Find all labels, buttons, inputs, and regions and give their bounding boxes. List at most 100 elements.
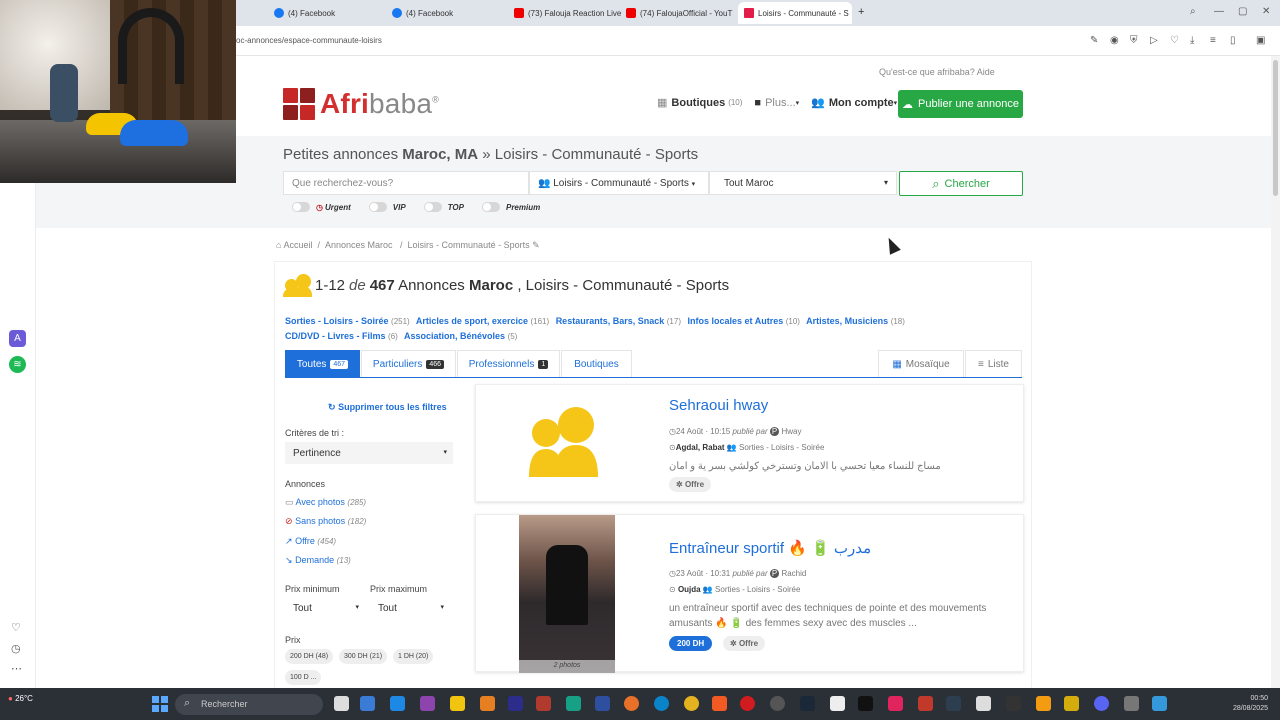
ad-card[interactable]: Sehraoui hway ◷24 Août · 10:15 publié pa… <box>475 384 1024 502</box>
heart-icon[interactable]: ♡ <box>1170 35 1179 46</box>
subcat-link[interactable]: Infos locales et Autres (10) <box>688 316 800 326</box>
subcat-link[interactable]: Articles de sport, exercice (161) <box>416 316 549 326</box>
aria-icon[interactable]: A <box>9 330 26 347</box>
subcat-link[interactable]: Sorties - Loisirs - Soirée (251) <box>285 316 410 326</box>
more-icon[interactable]: ⋯ <box>11 662 22 675</box>
app-icon[interactable] <box>566 696 581 711</box>
breadcrumb-category[interactable]: Loisirs - Communauté - Sports <box>408 240 530 250</box>
play-icon[interactable]: ▷ <box>1150 35 1158 46</box>
taskbar-search[interactable]: ⌕ Rechercher <box>175 694 323 715</box>
scrollbar-thumb[interactable] <box>1273 60 1278 196</box>
toggle-switch[interactable] <box>292 202 310 212</box>
afribaba-logo[interactable]: Afribaba® <box>283 88 439 120</box>
toggle-premium[interactable]: Premium <box>481 202 540 212</box>
edit-icon[interactable]: ✎ <box>532 240 540 250</box>
clear-filters-link[interactable]: ↻ Supprimer tous les filtres <box>328 402 447 413</box>
tab-particuliers[interactable]: Particuliers 466 <box>361 350 456 377</box>
shield-icon[interactable]: ⛨ <box>1130 35 1138 46</box>
vivaldi-icon[interactable] <box>918 696 933 711</box>
price-chip[interactable]: 300 DH (21) <box>339 649 388 664</box>
download-icon[interactable]: ⤓ <box>1190 35 1194 46</box>
windows-start-icon[interactable] <box>152 696 168 712</box>
subcat-link[interactable]: Restaurants, Bars, Snack (17) <box>556 316 681 326</box>
max-price-select[interactable]: Tout ▾ <box>370 597 450 619</box>
toggle-top[interactable]: TOP <box>423 202 464 212</box>
brave-icon[interactable] <box>712 696 727 711</box>
location-select[interactable]: Tout Maroc ▾ <box>709 171 897 195</box>
wallet-icon[interactable]: ▯ <box>1230 35 1236 46</box>
category-select[interactable]: 👥 Loisirs - Communauté - Sports ▾ <box>529 171 709 195</box>
toggle-urgent[interactable]: ◷ Urgent <box>292 202 351 212</box>
nav-plus[interactable]: ■ Plus... ▾ <box>754 97 799 109</box>
ad-title[interactable]: Sehraoui hway <box>669 397 768 414</box>
app-icon[interactable] <box>536 696 551 711</box>
app-icon[interactable] <box>888 696 903 711</box>
browser-tab[interactable]: (4) Facebook <box>268 2 382 24</box>
filter-with-photos[interactable]: ▭ Avec photos (285) <box>285 497 366 508</box>
steam-icon[interactable] <box>800 696 815 711</box>
view-mosaic-button[interactable]: ▦ Mosaïque <box>878 350 964 377</box>
new-tab-button[interactable]: + <box>858 6 864 18</box>
ad-card[interactable]: 2 photos Entraîneur sportif 🔥 🔋 مدرب ◷23… <box>475 514 1024 673</box>
url-text[interactable]: oc-annonces/espace-communaute-loisirs <box>236 36 382 45</box>
search-input[interactable]: Que recherchez-vous? <box>283 171 529 195</box>
filter-offre[interactable]: ↗ Offre (454) <box>285 536 336 547</box>
app-icon[interactable] <box>1124 696 1139 711</box>
ad-placeholder-image[interactable] <box>476 385 656 501</box>
discord-icon[interactable] <box>1094 696 1109 711</box>
subcat-link[interactable]: Association, Bénévoles (5) <box>404 331 517 341</box>
ad-photo[interactable]: 2 photos <box>476 515 656 673</box>
toggle-vip[interactable]: VIP <box>368 202 406 212</box>
firefox-icon[interactable] <box>624 696 639 711</box>
price-chip[interactable]: 1 DH (20) <box>393 649 434 664</box>
app-icon[interactable] <box>946 696 961 711</box>
taskbar-clock[interactable]: 00:50 28/08/2025 <box>1224 694 1268 714</box>
profile-icon[interactable]: ▣ <box>1256 35 1265 46</box>
edge-icon[interactable] <box>654 696 669 711</box>
min-price-select[interactable]: Tout ▾ <box>285 597 365 619</box>
nav-boutiques[interactable]: ▦ Boutiques (10) <box>657 96 742 110</box>
app-icon[interactable] <box>595 696 610 711</box>
view-list-button[interactable]: ≡ Liste <box>965 350 1022 377</box>
search-tabs-icon[interactable]: ⌕ <box>1190 6 1196 17</box>
app-icon[interactable] <box>1064 696 1079 711</box>
app-icon[interactable] <box>770 696 785 711</box>
search-button[interactable]: ⌕ Chercher <box>899 171 1023 196</box>
toggle-switch[interactable] <box>481 202 500 212</box>
filter-without-photos[interactable]: ⊘ Sans photos (182) <box>285 516 366 527</box>
tab-toutes[interactable]: Toutes 467 <box>285 350 360 377</box>
publish-ad-button[interactable]: ☁ Publier une annonce <box>898 90 1023 118</box>
heart-icon[interactable]: ♡ <box>11 621 21 634</box>
spotify-icon[interactable]: ≋ <box>9 356 26 373</box>
breadcrumb-home[interactable]: Accueil <box>283 240 312 250</box>
toggle-switch[interactable] <box>423 202 442 212</box>
app-icon[interactable] <box>830 696 845 711</box>
tiktok-icon[interactable] <box>858 696 873 711</box>
taskview-icon[interactable] <box>334 696 349 711</box>
premiere-icon[interactable] <box>508 696 523 711</box>
chrome-icon[interactable] <box>684 696 699 711</box>
browser-tab[interactable]: (4) Facebook <box>386 2 502 24</box>
weather-widget[interactable]: ● 26°C <box>8 694 33 703</box>
app-icon[interactable] <box>420 696 435 711</box>
maximize-icon[interactable]: ▢ <box>1238 6 1247 17</box>
subcat-link[interactable]: CD/DVD - Livres - Films (6) <box>285 331 398 341</box>
browser-tab[interactable]: (74) FaloujaOfficial - YouT <box>620 2 734 24</box>
subcat-link[interactable]: Artistes, Musiciens (18) <box>806 316 905 326</box>
file-icon[interactable] <box>976 696 991 711</box>
top-help-links[interactable]: Qu'est-ce que afribaba? Aide <box>879 67 995 77</box>
nav-mon-compte[interactable]: 👥 Mon compte ▾ <box>811 96 897 110</box>
opera-icon[interactable] <box>740 696 755 711</box>
breadcrumb-annonces-maroc[interactable]: Annonces Maroc <box>325 240 393 250</box>
edit-icon[interactable]: ✎ <box>1090 35 1098 46</box>
close-window-icon[interactable]: ✕ <box>1262 6 1270 17</box>
menu-lines-icon[interactable]: ≡ <box>1210 35 1216 46</box>
price-chip[interactable]: 100 D ... <box>285 670 322 685</box>
ad-title[interactable]: Entraîneur sportif 🔥 🔋 مدرب <box>669 539 871 557</box>
app-icon[interactable] <box>390 696 405 711</box>
browser-tab[interactable]: (73) Falouja Reaction Live <box>508 2 622 24</box>
tab-professionnels[interactable]: Professionnels 1 <box>457 350 560 377</box>
tab-boutiques[interactable]: Boutiques <box>561 350 632 377</box>
app-icon[interactable] <box>1006 696 1021 711</box>
app-icon[interactable] <box>360 696 375 711</box>
